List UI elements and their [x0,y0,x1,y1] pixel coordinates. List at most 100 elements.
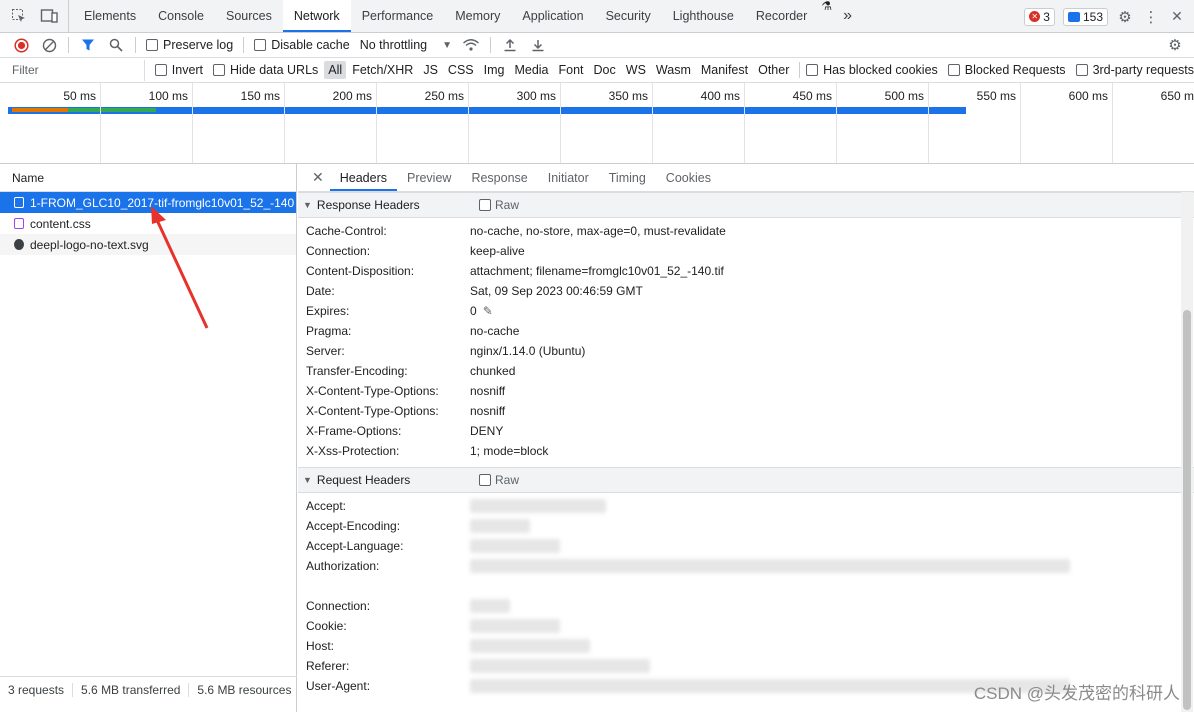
type-filter-all[interactable]: All [324,61,347,79]
details-tab-cookies[interactable]: Cookies [656,164,721,191]
details-tab-response[interactable]: Response [461,164,537,191]
tab-recorder[interactable]: Recorder [745,0,818,32]
header-name: X-Xss-Protection: [306,444,400,458]
export-har-download-icon[interactable] [529,36,547,54]
header-value[interactable]: DENY [470,424,503,438]
device-toolbar-icon[interactable] [40,7,58,25]
details-tab-preview[interactable]: Preview [397,164,461,191]
type-filter-js[interactable]: JS [419,61,442,79]
header-value[interactable]: chunked [470,364,515,378]
tab-application[interactable]: Application [511,0,594,32]
type-filter-manifest[interactable]: Manifest [697,61,752,79]
response-headers-section-header[interactable]: ▼ Response Headers Raw [298,192,1194,218]
checkbox-box[interactable] [146,39,158,51]
tab-lighthouse[interactable]: Lighthouse [662,0,745,32]
header-name: Date: [306,284,335,298]
import-har-upload-icon[interactable] [501,36,519,54]
header-value[interactable]: nosniff [470,404,505,418]
tab-memory[interactable]: Memory [444,0,511,32]
name-column-header[interactable]: Name [0,164,296,192]
redacted-header-value [470,539,560,553]
message-count-badge[interactable]: 153 [1062,7,1108,26]
third-party-requests-checkbox[interactable]: 3rd-party requests [1075,63,1194,77]
header-value[interactable]: attachment; filename=fromglc10v01_52_-14… [470,264,724,278]
tab-security[interactable]: Security [595,0,662,32]
header-row: Referer: [298,656,1194,676]
header-row: Cache-Control: no-cache, no-store, max-ag… [298,221,1194,241]
checkbox-box[interactable] [947,64,960,76]
request-count: 3 requests [0,682,74,697]
inspect-element-icon[interactable] [10,7,28,25]
filter-funnel-icon[interactable] [79,36,97,54]
checkbox-box[interactable] [154,64,167,76]
checkbox-box[interactable] [213,64,226,76]
disable-cache-checkbox[interactable]: Disable cache [254,38,350,52]
details-tab-headers[interactable]: Headers [329,164,398,191]
header-value[interactable]: nosniff [470,384,505,398]
request-row[interactable]: 1-FROM_GLC10_2017-tif-fromglc10v01_52_-1… [0,192,296,213]
preserve-log-checkbox[interactable]: Preserve log [146,38,233,52]
request-headers-section-header[interactable]: ▼ Request Headers Raw [298,467,1194,493]
type-filter-wasm[interactable]: Wasm [652,61,695,79]
type-filter-ws[interactable]: WS [622,61,650,79]
invert-checkbox[interactable]: Invert [154,63,203,77]
network-settings-gear-icon[interactable]: ⚙ [1166,36,1184,54]
settings-gear-icon[interactable]: ⚙ [1116,8,1134,26]
request-row[interactable]: content.css [0,213,296,234]
close-details-icon[interactable]: ✕ [306,164,330,191]
type-filter-css[interactable]: CSS [444,61,478,79]
more-tabs-chevron-icon[interactable]: » [832,0,863,32]
type-filter-media[interactable]: Media [510,61,552,79]
timeline-overview[interactable]: 50 ms 100 ms 150 ms 200 ms 250 ms 300 ms 350 m… [0,83,1194,164]
header-value[interactable]: no-cache [470,324,519,338]
checkbox-box[interactable] [1075,64,1088,76]
more-options-icon[interactable]: ⋮ [1142,8,1160,26]
checkbox-box[interactable] [479,199,491,211]
scrollbar-thumb[interactable] [1183,310,1191,710]
type-filter-font[interactable]: Font [555,61,588,79]
throttling-select[interactable]: No throttling ▼ [360,38,452,52]
response-raw-checkbox[interactable]: Raw [479,198,519,212]
error-count-badge[interactable]: ✕ 3 [1024,7,1055,26]
tab-console[interactable]: Console [147,0,215,32]
css-icon [14,218,24,229]
header-value[interactable]: 1; mode=block [470,444,548,458]
network-conditions-wifi-icon[interactable] [462,36,480,54]
tab-network[interactable]: Network [282,0,351,32]
header-row: X-Xss-Protection: 1; mode=block [298,441,1194,461]
details-tab-initiator[interactable]: Initiator [538,164,599,191]
type-filter-other[interactable]: Other [754,61,793,79]
request-row[interactable]: deepl-logo-no-text.svg [0,234,296,255]
tab-performance[interactable]: Performance [351,0,445,32]
request-name: deepl-logo-no-text.svg [30,237,149,252]
close-devtools-icon[interactable]: ✕ [1168,8,1186,26]
header-value[interactable]: nginx/1.14.0 (Ubuntu) [470,344,585,358]
type-filter-img[interactable]: Img [480,61,509,79]
header-value[interactable]: Sat, 09 Sep 2023 00:46:59 GMT [470,284,643,298]
header-value[interactable]: keep-alive [470,244,525,258]
checkbox-box[interactable] [479,474,491,486]
tab-sources[interactable]: Sources [215,0,283,32]
header-value[interactable]: no-cache, no-store, max-age=0, must-reva… [470,224,726,238]
edit-pencil-icon[interactable]: ✎ [483,304,493,318]
type-filter-fetch-xhr[interactable]: Fetch/XHR [348,61,417,79]
clear-icon[interactable] [40,36,58,54]
checkbox-box[interactable] [254,39,267,51]
redacted-header-value [470,599,510,613]
blocked-requests-checkbox[interactable]: Blocked Requests [947,63,1066,77]
has-blocked-cookies-checkbox[interactable]: Has blocked cookies [806,63,938,77]
type-filter-doc[interactable]: Doc [590,61,620,79]
tab-elements[interactable]: Elements [73,0,147,32]
disable-cache-label: Disable cache [271,38,350,52]
header-name: Content-Disposition: [306,264,415,278]
details-tab-timing[interactable]: Timing [599,164,656,191]
hide-data-urls-checkbox[interactable]: Hide data URLs [213,63,318,77]
checkbox-box[interactable] [806,64,819,76]
filter-input[interactable]: Filter [6,59,145,81]
stop-recording-icon[interactable] [12,36,30,54]
header-value[interactable]: 0 [470,304,477,318]
search-icon[interactable] [107,36,125,54]
request-raw-checkbox[interactable]: Raw [479,473,519,487]
divider [243,37,245,53]
details-scrollbar[interactable] [1181,192,1193,712]
